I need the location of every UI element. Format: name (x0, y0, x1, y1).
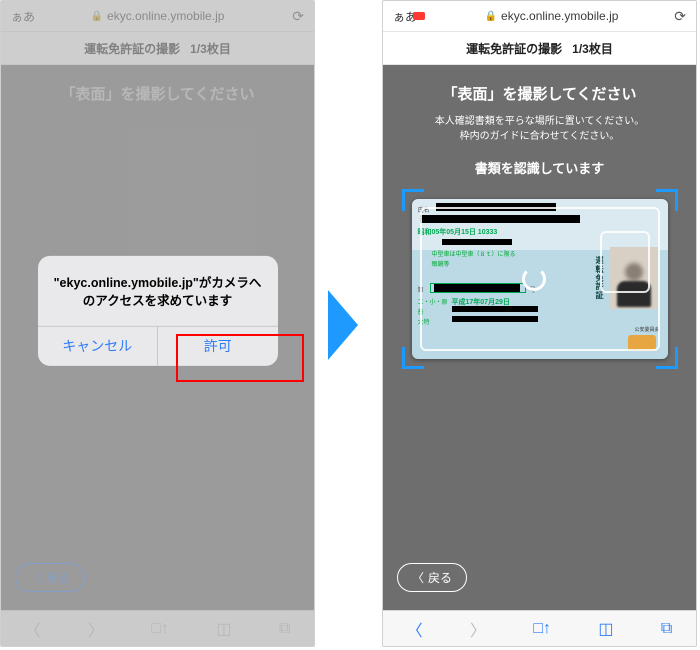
refresh-icon[interactable]: ⟳ (674, 8, 686, 25)
allow-button[interactable]: 許可 (158, 327, 278, 366)
redacted-bar (420, 215, 580, 223)
lock-icon: 🔒 (485, 11, 497, 22)
tabs-icon[interactable]: ⧉ (661, 620, 672, 638)
page-title: 運転免許証の撮影 (466, 40, 562, 57)
recording-indicator-icon (413, 12, 425, 20)
dialog-message: "ekyc.online.ymobile.jp"がカメラへのアクセスを求めていま… (38, 255, 278, 325)
license-name-label: 氏名 (418, 205, 430, 214)
redacted-bar (452, 316, 538, 322)
phone-before: ぁあ 🔒 ekyc.online.ymobile.jp ⟳ 運転免許証の撮影 1… (0, 0, 315, 647)
camera-instruction: 本人確認書類を平らな場所に置いてください。 枠内のガイドに合わせてください。 (435, 114, 644, 144)
url-text[interactable]: ekyc.online.ymobile.jp (501, 9, 618, 23)
license-glasses: 眼鏡等 (432, 259, 450, 268)
bookmarks-icon[interactable]: ◫ (598, 619, 613, 639)
page-title-bar: 運転免許証の撮影 1/3枚目 (383, 31, 696, 65)
license-type: 中型車は中型車（８ｔ）に限る (432, 249, 516, 258)
loading-spinner-icon (522, 267, 546, 291)
nav-forward-icon[interactable]: 〉 (470, 617, 486, 641)
arrow-icon (328, 290, 358, 360)
license-number-label: 第 (418, 285, 424, 294)
share-icon[interactable]: □↑ (533, 620, 551, 638)
license-badge-label: 公安委員会 (634, 326, 659, 333)
license-doc-title: 運転免許証 (596, 257, 606, 301)
nav-back-icon[interactable]: 〈 (407, 617, 423, 641)
redacted-bar (452, 306, 538, 312)
safari-toolbar: 〈 〉 □↑ ◫ ⧉ (383, 610, 696, 646)
camera-viewfinder[interactable]: 氏名 昭和05年05月15日 10333 中型車は中型車（８ｔ）に限る 眼鏡等 … (402, 189, 678, 369)
license-authority-badge (628, 335, 656, 351)
license-row-label: 二・小・原 (418, 297, 448, 306)
page-counter: 1/3枚目 (572, 40, 613, 57)
permission-dialog: "ekyc.online.ymobile.jp"がカメラへのアクセスを求めていま… (38, 255, 278, 365)
cancel-button[interactable]: キャンセル (38, 327, 158, 366)
license-card-preview: 氏名 昭和05年05月15日 10333 中型車は中型車（８ｔ）に限る 眼鏡等 … (412, 199, 668, 359)
camera-status: 書類を認識しています (475, 158, 605, 177)
camera-area: 「表面」を撮影してください 本人確認書類を平らな場所に置いてください。 枠内のガ… (383, 65, 696, 610)
phone-after: ぁあ 🔒 ekyc.online.ymobile.jp ⟳ 運転免許証の撮影 1… (382, 0, 697, 647)
license-dob: 昭和05年05月15日 10333 (418, 227, 498, 237)
license-row-label: 大特 (418, 317, 430, 326)
redacted-bar (434, 284, 520, 292)
browser-bar: ぁあ 🔒 ekyc.online.ymobile.jp ⟳ (383, 1, 696, 31)
back-button[interactable]: 〈 戻る (397, 563, 467, 592)
license-row-label: 普 (418, 307, 424, 316)
redacted-bar (442, 239, 512, 245)
camera-heading: 「表面」を撮影してください (442, 83, 636, 104)
chevron-left-icon: 〈 (412, 569, 424, 586)
license-photo (610, 247, 658, 309)
redacted-bar (436, 203, 556, 211)
